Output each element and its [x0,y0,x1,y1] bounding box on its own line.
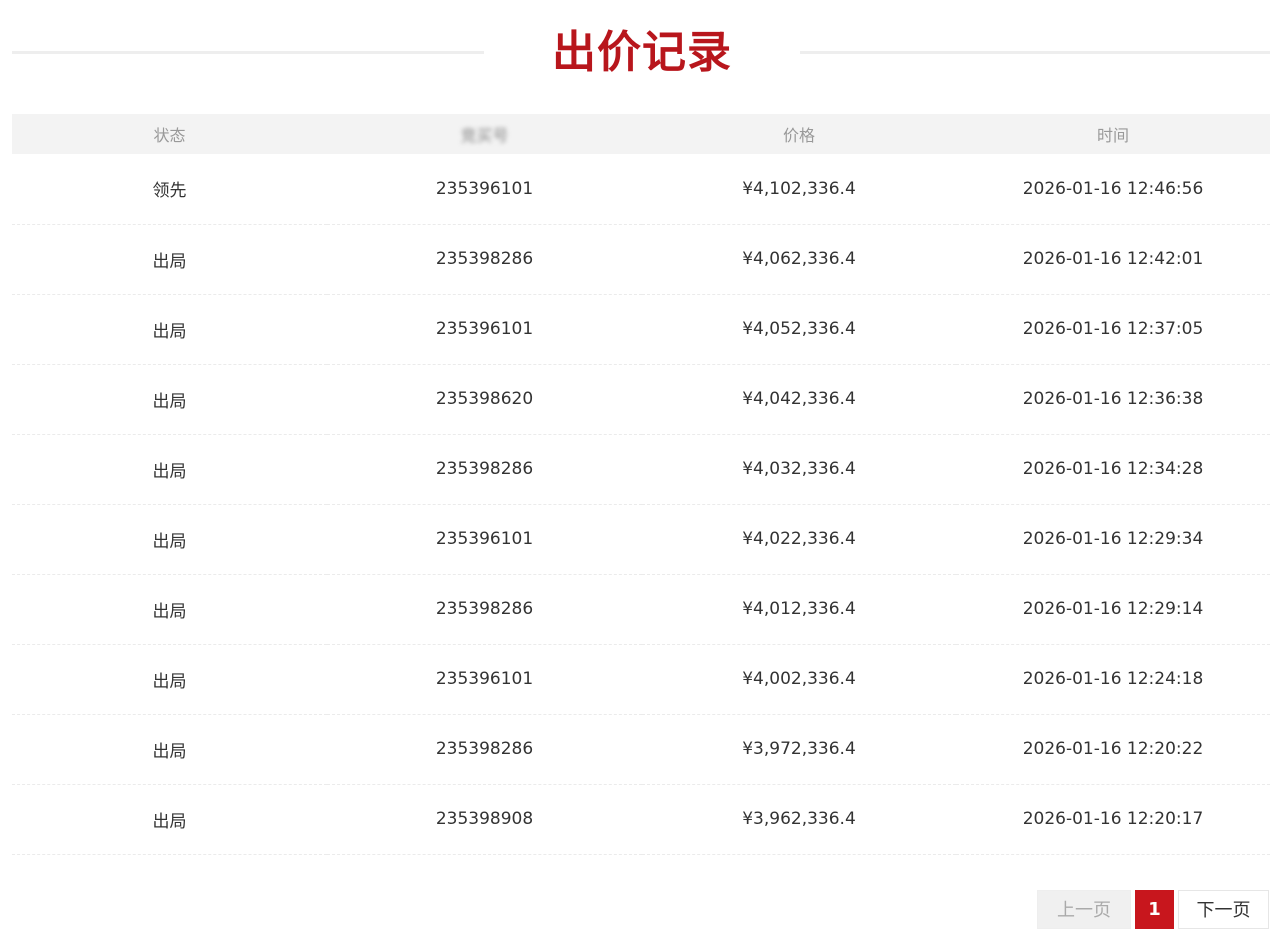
pagination: 上一页 1 下一页 [1037,890,1269,929]
cell-time: 2026-01-16 12:29:34 [1022,529,1204,549]
cell-price: ¥4,052,336.4 [742,319,856,339]
cell-time: 2026-01-16 12:20:22 [1022,739,1204,759]
prev-page-button[interactable]: 上一页 [1037,890,1131,929]
cell-price: ¥4,102,336.4 [742,178,856,199]
cell-time: 2026-01-16 12:24:18 [1022,669,1204,689]
title-divider-right [800,51,1270,54]
cell-status: 出局 [152,461,187,482]
column-header-time: 时间 [1096,126,1129,145]
cell-price: ¥3,972,336.4 [742,739,856,759]
table-row: 出局 235396101 ¥4,052,336.4 2026-01-16 12:… [12,294,1270,364]
table-row: 领先 235396101 ¥4,102,336.4 2026-01-16 12:… [12,154,1270,224]
cell-price: ¥4,022,336.4 [742,529,856,549]
title-divider-left [12,51,484,54]
table-row: 出局 235398620 ¥4,042,336.4 2026-01-16 12:… [12,364,1270,434]
table-row: 出局 235398286 ¥4,062,336.4 2026-01-16 12:… [12,224,1270,294]
cell-status: 出局 [152,601,187,622]
table-row: 出局 235398286 ¥4,032,336.4 2026-01-16 12:… [12,434,1270,504]
cell-time: 2026-01-16 12:46:56 [1022,178,1204,199]
cell-status: 出局 [152,531,187,552]
blurred-header-text: 竞买号 [460,126,509,145]
cell-time: 2026-01-16 12:37:05 [1022,319,1204,339]
cell-time: 2026-01-16 12:34:28 [1022,459,1204,479]
cell-price: ¥4,042,336.4 [742,389,856,409]
table-body: 领先 235396101 ¥4,102,336.4 2026-01-16 12:… [12,154,1270,854]
table-row: 出局 235398908 ¥3,962,336.4 2026-01-16 12:… [12,784,1270,854]
cell-bidder: 235398286 [435,599,534,619]
cell-status: 出局 [152,671,187,692]
cell-bidder: 235396101 [435,178,534,199]
cell-price: ¥4,002,336.4 [742,669,856,689]
bid-record-page: 出价记录 状态 竞买号 价格 时间 领先 235396101 ¥4,102,33… [0,0,1280,950]
current-page-button[interactable]: 1 [1135,890,1174,929]
cell-bidder: 235396101 [435,529,534,549]
cell-status: 出局 [152,741,187,762]
cell-bidder: 235398286 [435,459,534,479]
cell-time: 2026-01-16 12:20:17 [1022,809,1204,829]
column-header-bidder: 竞买号 [327,114,642,154]
page-title: 出价记录 [552,27,732,78]
cell-time: 2026-01-16 12:29:14 [1022,599,1204,619]
cell-bidder: 235398620 [435,389,534,409]
cell-status: 领先 [152,181,187,202]
cell-price: ¥4,012,336.4 [742,599,856,619]
cell-status: 出局 [152,251,187,272]
cell-bidder: 235398286 [435,249,534,269]
title-row: 出价记录 [12,22,1270,84]
table-header-row: 状态 竞买号 价格 时间 [12,114,1270,154]
cell-price: ¥3,962,336.4 [742,809,856,829]
cell-price: ¥4,032,336.4 [742,459,856,479]
cell-price: ¥4,062,336.4 [742,249,856,269]
cell-bidder: 235396101 [435,319,534,339]
next-page-button[interactable]: 下一页 [1178,890,1269,929]
cell-status: 出局 [152,321,187,342]
table-row: 出局 235396101 ¥4,022,336.4 2026-01-16 12:… [12,504,1270,574]
cell-time: 2026-01-16 12:42:01 [1022,249,1204,269]
cell-status: 出局 [152,391,187,412]
bid-records-table: 状态 竞买号 价格 时间 领先 235396101 ¥4,102,336.4 2… [12,114,1270,855]
cell-status: 出局 [152,811,187,832]
table-row: 出局 235398286 ¥4,012,336.4 2026-01-16 12:… [12,574,1270,644]
cell-bidder: 235396101 [435,669,534,689]
table-row: 出局 235396101 ¥4,002,336.4 2026-01-16 12:… [12,644,1270,714]
column-header-price: 价格 [782,126,815,145]
cell-bidder: 235398908 [435,809,534,829]
cell-bidder: 235398286 [435,739,534,759]
table-row: 出局 235398286 ¥3,972,336.4 2026-01-16 12:… [12,714,1270,784]
cell-time: 2026-01-16 12:36:38 [1022,389,1204,409]
column-header-status: 状态 [153,126,186,145]
